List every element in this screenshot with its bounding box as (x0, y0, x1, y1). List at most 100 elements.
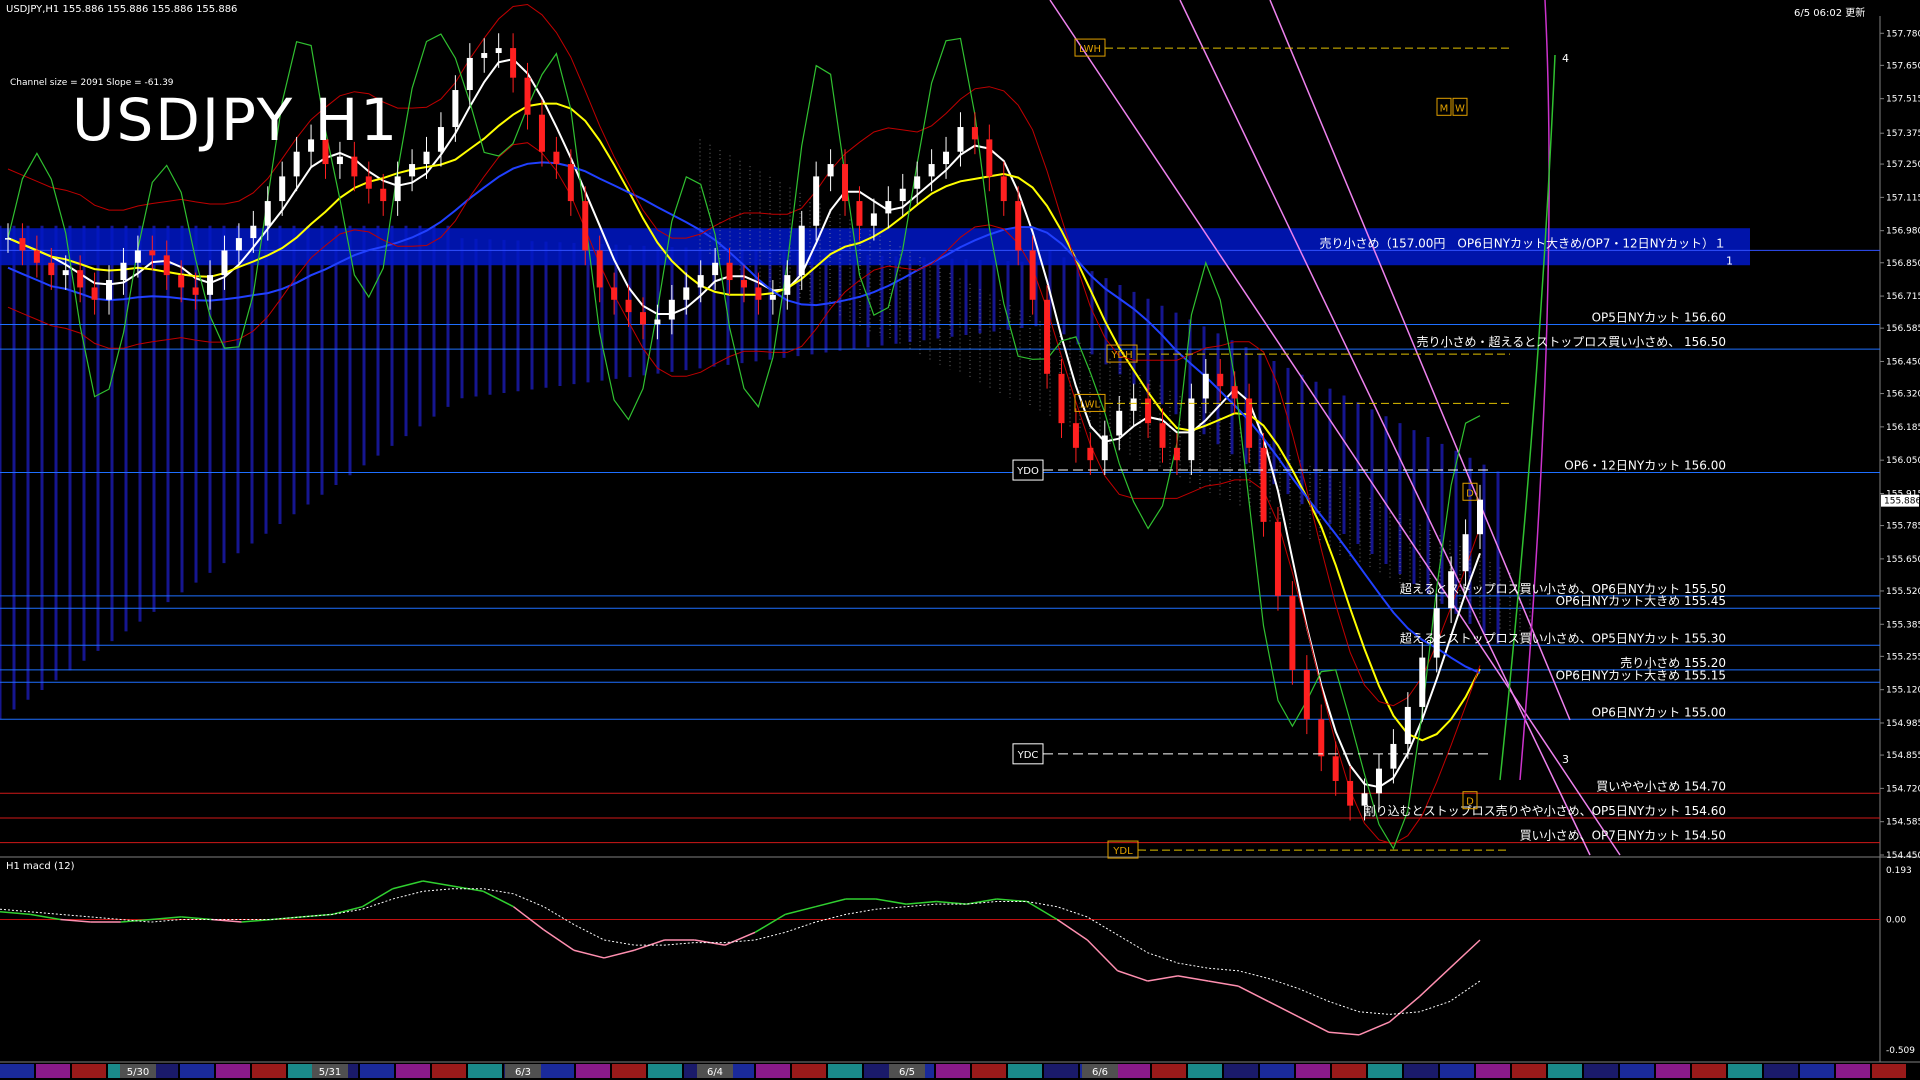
candle-body (1375, 768, 1382, 794)
price-level-label: 売り小さめ・超えるとストップロス買い小さめ、 156.50 (1417, 334, 1726, 349)
candle-body (914, 176, 921, 189)
session-block (1152, 1064, 1186, 1078)
session-block (1368, 1064, 1402, 1078)
candle-body (1044, 299, 1051, 374)
candle-body (524, 77, 531, 115)
candle-body (365, 176, 372, 189)
price-tick-label: 157.515 (1886, 95, 1920, 105)
candle-body (668, 299, 675, 320)
session-block (216, 1064, 250, 1078)
candle-body (1145, 398, 1152, 424)
date-label: 6/6 (1092, 1067, 1108, 1078)
candle-body (856, 201, 863, 226)
candle-body (596, 250, 603, 288)
candle-body (1217, 373, 1224, 387)
candle-body (986, 139, 993, 177)
candle-body (870, 213, 877, 226)
candle-body (77, 270, 84, 288)
candle-body (885, 201, 892, 214)
session-block (468, 1064, 502, 1078)
candle-body (1159, 423, 1166, 448)
marker-label: 3 (1562, 753, 1569, 766)
session-block (1476, 1064, 1510, 1078)
candle-body (1462, 534, 1469, 572)
marker-label: D (1466, 488, 1474, 499)
candle-body (380, 188, 387, 202)
session-block (1548, 1064, 1582, 1078)
session-block (72, 1064, 106, 1078)
macd-tick-label: 0.193 (1886, 866, 1912, 876)
session-block (1872, 1064, 1906, 1078)
session-block (756, 1064, 790, 1078)
candle-body (33, 250, 40, 263)
price-tick-label: 154.450 (1886, 851, 1920, 861)
marker-label: 1 (1726, 254, 1733, 267)
candle-body (1231, 386, 1238, 399)
candle-body (567, 164, 574, 202)
price-tick-label: 157.780 (1886, 29, 1920, 39)
price-level-label: 買い小さめ、OP7日NYカット 154.50 (1520, 829, 1726, 843)
price-level-label: OP5日NYカット 156.60 (1592, 310, 1726, 324)
candle-body (19, 238, 26, 251)
price-tick-label: 156.715 (1886, 292, 1920, 302)
candle-body (842, 164, 849, 202)
session-block (1404, 1064, 1438, 1078)
candle-body (207, 275, 214, 295)
candle-body (928, 164, 935, 177)
price-tick-label: 156.980 (1886, 227, 1920, 237)
candle-body (1072, 423, 1079, 448)
candle-body (466, 57, 473, 91)
session-block (540, 1064, 574, 1078)
price-level-label: 超えるとストップロス買い小さめ、OP5日NYカット 155.30 (1400, 630, 1726, 645)
price-tick-label: 155.255 (1886, 652, 1920, 662)
candle-body (1029, 250, 1036, 300)
session-block (1044, 1064, 1078, 1078)
candle-body (712, 262, 719, 276)
candle-body (611, 287, 618, 300)
price-tick-label: 156.320 (1886, 390, 1920, 400)
marker-label: LWL (1080, 399, 1101, 410)
price-level-label: 買いやや小さめ 154.70 (1596, 779, 1726, 793)
macd-label: H1 macd (12) (6, 861, 75, 872)
marker-label: M (1440, 103, 1449, 114)
candle-body (221, 250, 228, 276)
candle-body (899, 188, 906, 202)
candle-body (1000, 176, 1007, 202)
candle-body (62, 270, 69, 276)
candle-body (235, 238, 242, 251)
price-tick-label: 155.385 (1886, 620, 1920, 630)
session-block (1116, 1064, 1150, 1078)
candle-body (654, 319, 661, 325)
candle-body (1289, 595, 1296, 670)
price-tick-label: 156.585 (1886, 324, 1920, 334)
session-block (1008, 1064, 1042, 1078)
candle-body (1318, 719, 1325, 757)
date-label: 5/31 (319, 1067, 341, 1078)
candle-body (5, 238, 11, 240)
candle-body (957, 127, 964, 152)
candle-body (264, 201, 271, 226)
marker-label: LWH (1079, 44, 1101, 55)
session-block (1728, 1064, 1762, 1078)
symbol-info: USDJPY,H1 155.886 155.886 155.886 155.88… (6, 4, 238, 15)
session-block (1800, 1064, 1834, 1078)
price-tick-label: 154.855 (1886, 751, 1920, 761)
update-timestamp: 6/5 06:02 更新 (1794, 8, 1866, 19)
session-block (432, 1064, 466, 1078)
candle-body (1332, 756, 1339, 781)
candle-body (1303, 669, 1310, 720)
candle-body (163, 255, 170, 276)
date-label: 6/5 (899, 1067, 915, 1078)
candle-body (495, 48, 502, 54)
candle-body (91, 287, 98, 300)
price-tick-label: 154.585 (1886, 818, 1920, 828)
session-block (1764, 1064, 1798, 1078)
marker-label: 4 (1562, 52, 1569, 65)
marker-label: YDO (1016, 466, 1039, 477)
chart-window: 売り小さめ（157.00円 OP6日NYカット大きめ/OP7・12日NYカット）… (0, 0, 1920, 1080)
session-block (612, 1064, 646, 1078)
candle-body (106, 280, 113, 300)
price-tick-label: 156.850 (1886, 259, 1920, 269)
session-block (1584, 1064, 1618, 1078)
session-block (1836, 1064, 1870, 1078)
